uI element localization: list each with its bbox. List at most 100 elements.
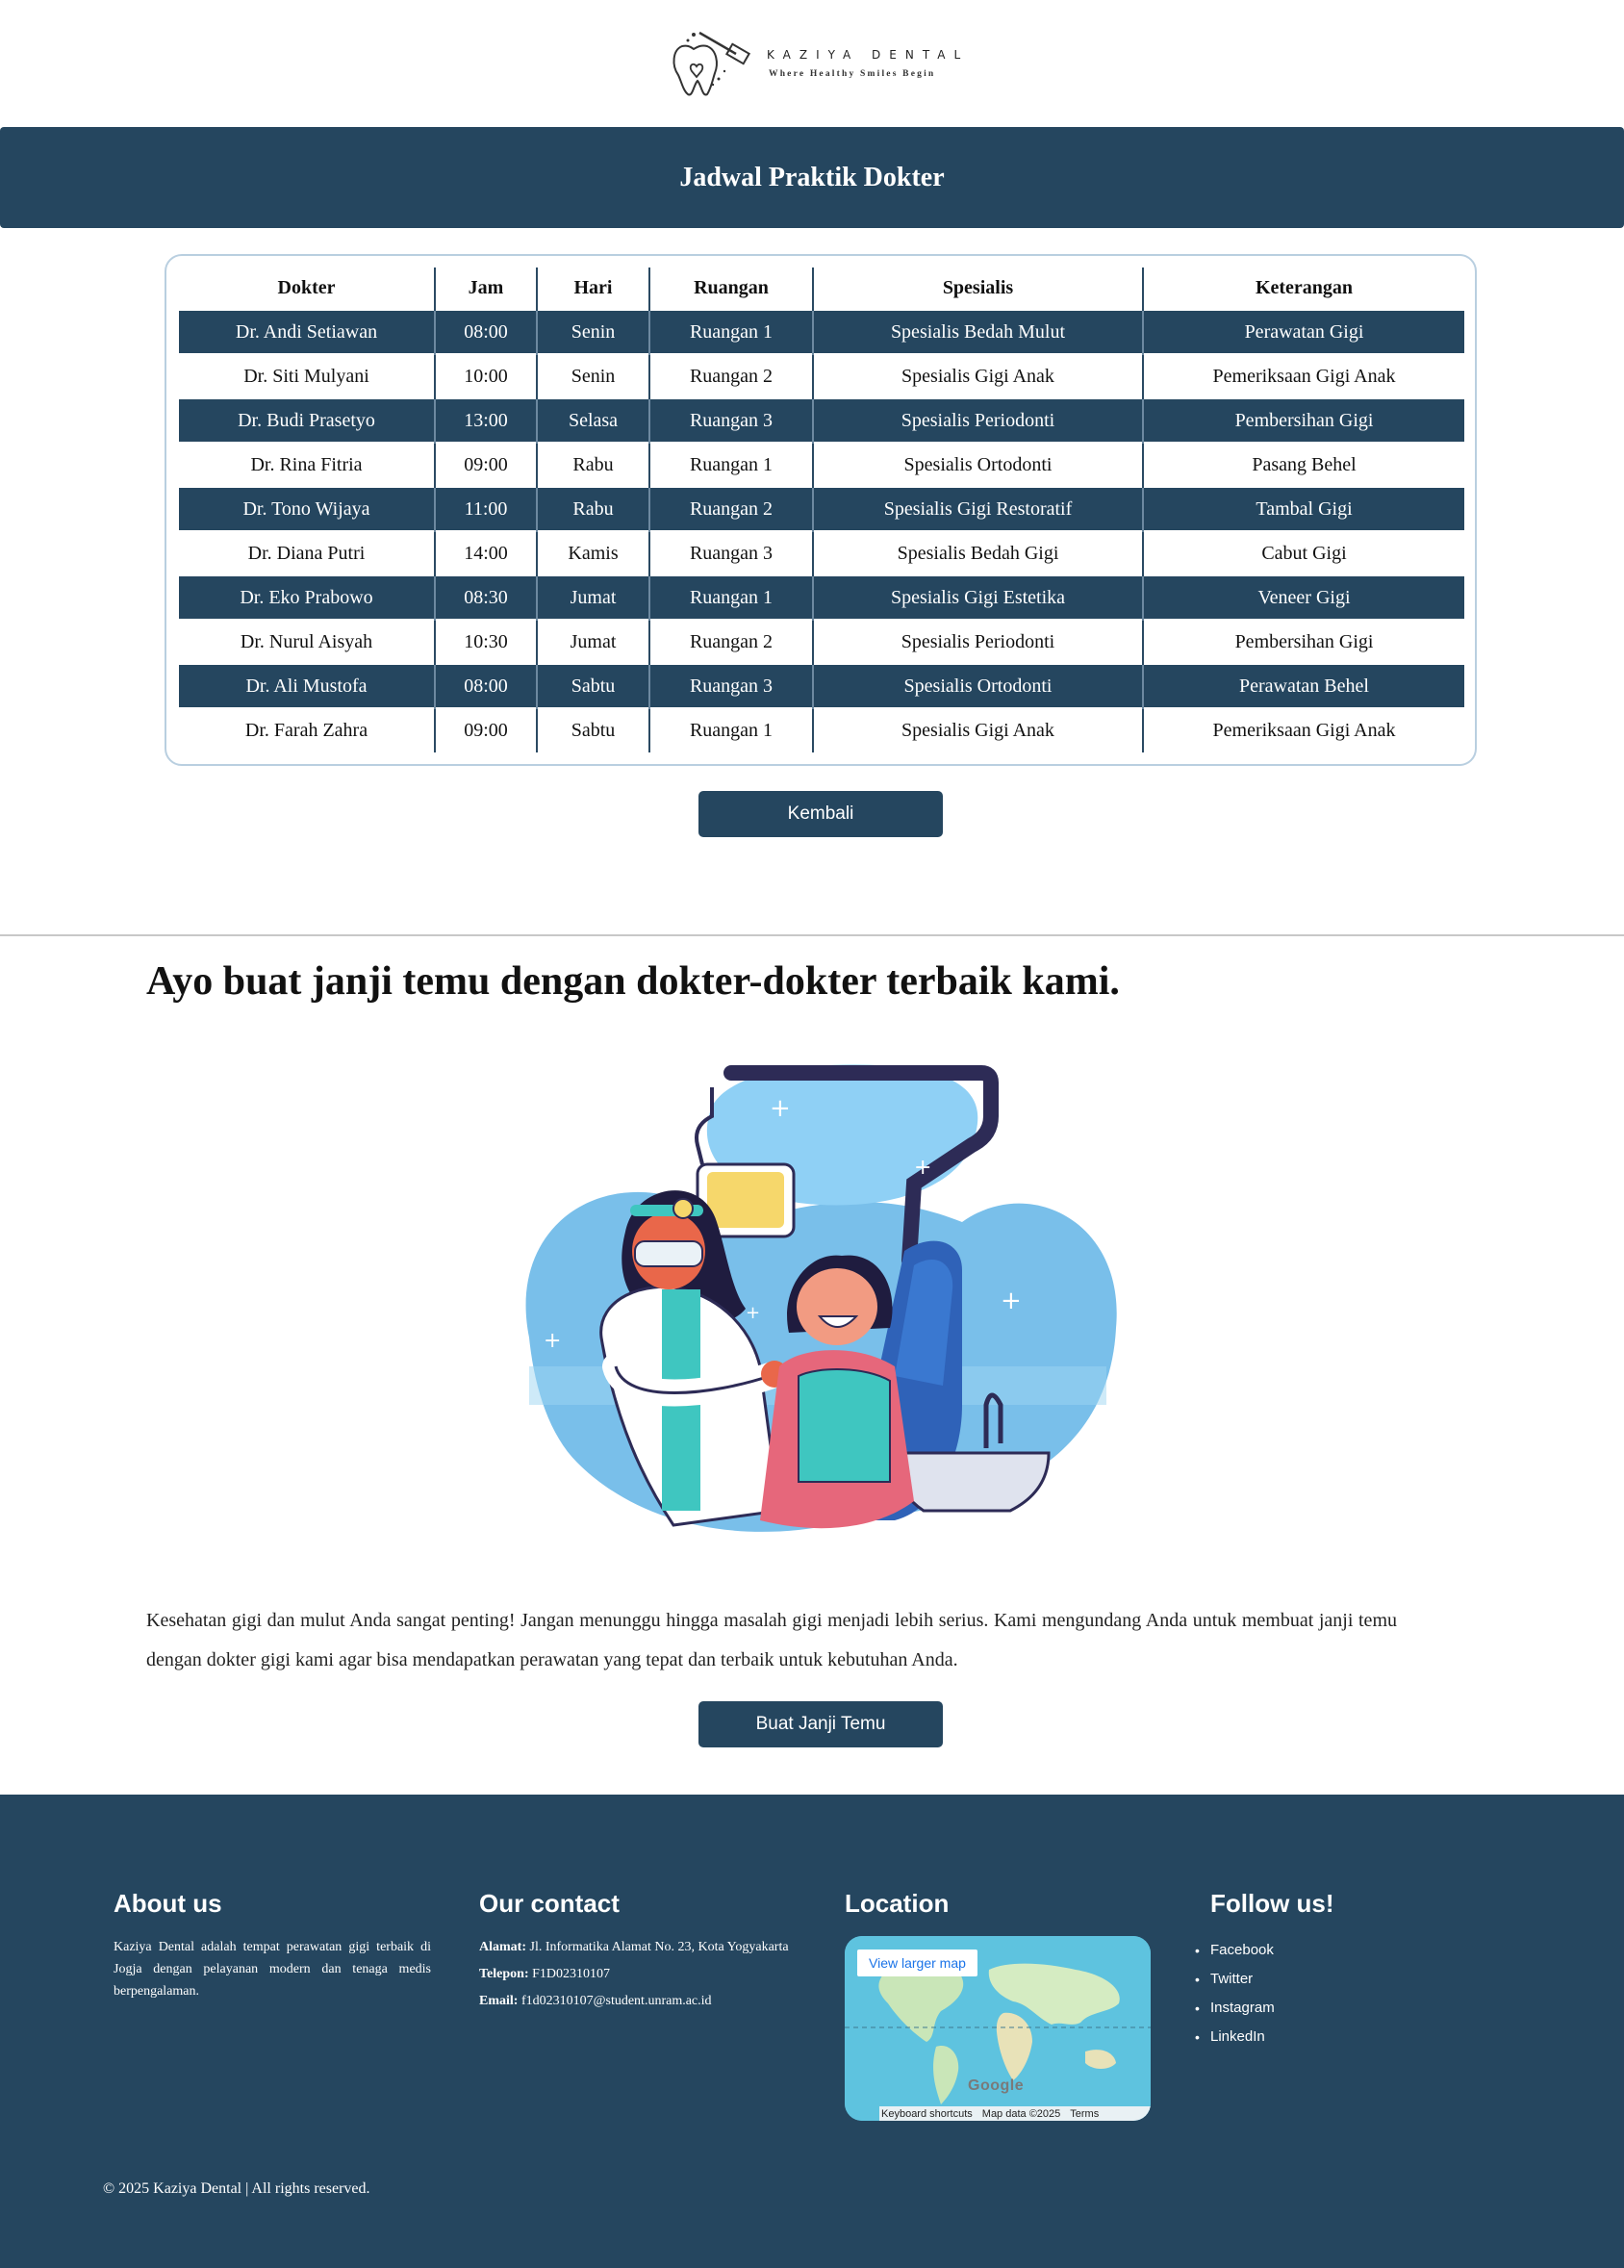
google-logo: Google — [968, 2077, 1025, 2094]
table-cell: Dr. Rina Fitria — [179, 443, 436, 487]
contact-phone: Telepon: F1D02310107 — [479, 1963, 797, 1985]
table-cell: Ruangan 1 — [649, 443, 814, 487]
schedule-table-card: Dokter Jam Hari Ruangan Spesialis Ketera… — [165, 254, 1477, 766]
table-cell: Ruangan 1 — [649, 575, 814, 620]
terms-link[interactable]: Terms — [1070, 2108, 1099, 2120]
table-cell: Ruangan 1 — [649, 310, 814, 354]
table-cell: Dr. Tono Wijaya — [179, 487, 436, 531]
table-cell: 14:00 — [435, 531, 538, 575]
contact-address: Alamat: Jl. Informatika Alamat No. 23, K… — [479, 1936, 797, 1958]
schedule-table: Dokter Jam Hari Ruangan Spesialis Ketera… — [179, 268, 1464, 752]
table-cell: Sabtu — [537, 664, 650, 708]
table-cell: Spesialis Gigi Restoratif — [813, 487, 1144, 531]
table-cell: Ruangan 3 — [649, 398, 814, 443]
linkedin-link[interactable]: LinkedIn — [1195, 2023, 1499, 2051]
social-links: Facebook Twitter Instagram LinkedIn — [1195, 1936, 1499, 2051]
table-cell: Pemeriksaan Gigi Anak — [1143, 708, 1464, 752]
contact-phone-value: F1D02310107 — [532, 1967, 611, 1981]
footer-follow-title: Follow us! — [1210, 1889, 1334, 1918]
table-row: Dr. Ali Mustofa 08:00 Sabtu Ruangan 3 Spesia… — [179, 664, 1464, 708]
table-cell: Spesialis Ortodonti — [813, 664, 1144, 708]
svg-text:+: + — [770, 1094, 791, 1123]
svg-text:+: + — [746, 1303, 760, 1323]
page-title: Jadwal Praktik Dokter — [679, 162, 945, 192]
column-header: Spesialis — [813, 268, 1144, 310]
view-larger-map-link[interactable]: View larger map — [857, 1949, 977, 1976]
table-cell: Ruangan 2 — [649, 620, 814, 664]
column-header: Dokter — [179, 268, 436, 310]
table-cell: Dr. Ali Mustofa — [179, 664, 436, 708]
instagram-link[interactable]: Instagram — [1195, 1994, 1499, 2023]
column-header: Ruangan — [649, 268, 814, 310]
site-footer: About us Kaziya Dental adalah tempat per… — [0, 1795, 1624, 2268]
table-cell: 08:30 — [435, 575, 538, 620]
svg-text:+: + — [544, 1329, 561, 1353]
table-cell: Dr. Eko Prabowo — [179, 575, 436, 620]
embedded-map[interactable]: View larger map Google Keyboard shortcut… — [845, 1936, 1151, 2121]
column-header: Jam — [435, 268, 538, 310]
brand-name: KAZIYA DENTAL — [767, 48, 970, 62]
table-cell: Spesialis Ortodonti — [813, 443, 1144, 487]
keyboard-shortcuts-link[interactable]: Keyboard shortcuts — [881, 2108, 973, 2120]
back-button[interactable]: Kembali — [698, 791, 943, 837]
table-cell: Pasang Behel — [1143, 443, 1464, 487]
contact-address-value: Jl. Informatika Alamat No. 23, Kota Yogy… — [529, 1940, 789, 1954]
table-cell: Perawatan Gigi — [1143, 310, 1464, 354]
table-cell: Spesialis Gigi Anak — [813, 354, 1144, 398]
table-row: Dr. Farah Zahra 09:00 Sabtu Ruangan 1 Spesia… — [179, 708, 1464, 752]
appointment-text: Kesehatan gigi dan mulut Anda sangat pen… — [146, 1610, 1397, 1670]
map-data-text: Map data ©2025 — [981, 2107, 1061, 2120]
table-cell: 11:00 — [435, 487, 538, 531]
table-cell: Jumat — [537, 620, 650, 664]
table-cell: Ruangan 3 — [649, 664, 814, 708]
table-cell: Pembersihan Gigi — [1143, 398, 1464, 443]
contact-phone-label: Telepon: — [479, 1967, 529, 1981]
table-cell: Ruangan 3 — [649, 531, 814, 575]
table-cell: Jumat — [537, 575, 650, 620]
make-appointment-button[interactable]: Buat Janji Temu — [698, 1701, 943, 1747]
table-row: Dr. Nurul Aisyah 10:30 Jumat Ruangan 2 Spesi… — [179, 620, 1464, 664]
table-cell: Senin — [537, 354, 650, 398]
contact-email-label: Email: — [479, 1994, 519, 2008]
table-cell: Dr. Nurul Aisyah — [179, 620, 436, 664]
footer-location-title: Location — [845, 1889, 950, 1918]
copyright-text: © 2025 Kaziya Dental | All rights reserv… — [103, 2180, 370, 2197]
table-header-row: Dokter Jam Hari Ruangan Spesialis Ketera… — [179, 268, 1464, 310]
table-cell: Dr. Farah Zahra — [179, 708, 436, 752]
table-cell: Cabut Gigi — [1143, 531, 1464, 575]
table-row: Dr. Tono Wijaya 11:00 Rabu Ruangan 2 Spesial… — [179, 487, 1464, 531]
contact-email: Email: f1d02310107@student.unram.ac.id — [479, 1990, 797, 2012]
section-divider — [0, 934, 1624, 936]
appointment-heading: Ayo buat janji temu dengan dokter-dokter… — [146, 959, 1120, 1004]
table-cell: 09:00 — [435, 443, 538, 487]
table-row: Dr. Diana Putri 14:00 Kamis Ruangan 3 Spesia… — [179, 531, 1464, 575]
table-row: Dr. Budi Prasetyo 13:00 Selasa Ruangan 3 Spe… — [179, 398, 1464, 443]
table-cell: Rabu — [537, 487, 650, 531]
table-cell: Tambal Gigi — [1143, 487, 1464, 531]
table-cell: Senin — [537, 310, 650, 354]
table-cell: Ruangan 1 — [649, 708, 814, 752]
table-cell: Spesialis Periodonti — [813, 398, 1144, 443]
table-cell: Spesialis Gigi Anak — [813, 708, 1144, 752]
footer-about-title: About us — [114, 1889, 222, 1918]
table-cell: 08:00 — [435, 310, 538, 354]
table-cell: 10:00 — [435, 354, 538, 398]
footer-location: Location View larger map Google Keyboard… — [845, 1889, 1151, 2121]
table-cell: Spesialis Periodonti — [813, 620, 1144, 664]
table-cell: Kamis — [537, 531, 650, 575]
table-row: Dr. Andi Setiawan 08:00 Senin Ruangan 1 Spes… — [179, 310, 1464, 354]
table-row: Dr. Siti Mulyani 10:00 Senin Ruangan 2 Spesi… — [179, 354, 1464, 398]
table-cell: Perawatan Behel — [1143, 664, 1464, 708]
table-cell: 10:30 — [435, 620, 538, 664]
twitter-link[interactable]: Twitter — [1195, 1965, 1499, 1994]
table-cell: Ruangan 2 — [649, 487, 814, 531]
dentist-illustration: + + + + + — [510, 1058, 1126, 1549]
footer-about: About us Kaziya Dental adalah tempat per… — [114, 1889, 431, 2002]
brand-logo[interactable]: KAZIYA DENTAL Where Healthy Smiles Begin — [669, 21, 967, 102]
svg-text:+: + — [1001, 1287, 1022, 1315]
table-row: Dr. Rina Fitria 09:00 Rabu Ruangan 1 Spesial… — [179, 443, 1464, 487]
footer-about-text: Kaziya Dental adalah tempat perawatan gi… — [114, 1940, 431, 1999]
facebook-link[interactable]: Facebook — [1195, 1936, 1499, 1965]
table-cell: Dr. Diana Putri — [179, 531, 436, 575]
page-title-banner: Jadwal Praktik Dokter — [0, 127, 1624, 228]
